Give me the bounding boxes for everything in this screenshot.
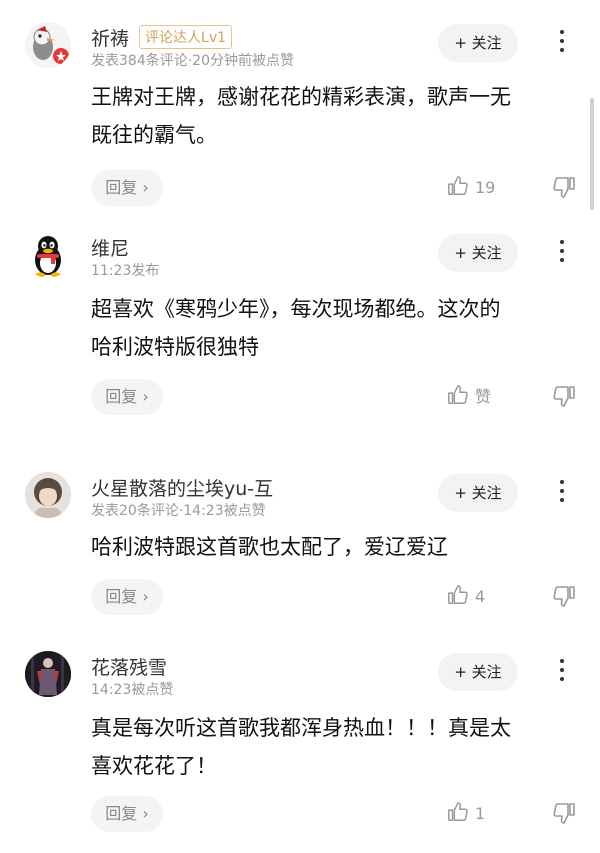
- username[interactable]: 维尼: [91, 238, 129, 260]
- reply-button[interactable]: 回复 ›: [91, 796, 163, 832]
- avatar[interactable]: [25, 22, 71, 68]
- username-row: 维尼: [91, 234, 129, 261]
- comment-text-line: 超喜欢《寒鸦少年》，每次现场都绝。这次的: [91, 297, 501, 321]
- comment-text-line: 哈利波特版很独特: [91, 335, 259, 359]
- like-button[interactable]: 1: [447, 799, 507, 829]
- comment-text: 超喜欢《寒鸦少年》，每次现场都绝。这次的 哈利波特版很独特: [91, 290, 581, 366]
- comment-text: 王牌对王牌，感谢花花的精彩表演，歌声一无 既往的霸气。: [91, 78, 581, 154]
- reply-button[interactable]: 回复 ›: [91, 379, 163, 415]
- avatar[interactable]: [25, 472, 71, 518]
- avatar[interactable]: [25, 232, 71, 278]
- more-options-icon[interactable]: [555, 25, 569, 59]
- comment-text-line: 真是每次听这首歌我都浑身热血！！！真是太: [91, 716, 511, 740]
- comment-meta: 14:23被点赞: [91, 682, 174, 698]
- comment-text-line: 哈利波特跟这首歌也太配了，爱辽爱辽: [91, 535, 448, 559]
- like-count: 4: [475, 587, 486, 606]
- reply-button[interactable]: 回复 ›: [91, 579, 163, 615]
- username[interactable]: 花落残雪: [91, 657, 167, 679]
- thumbs-up-icon: [448, 385, 468, 404]
- follow-button[interactable]: + 关注: [438, 653, 518, 691]
- username[interactable]: 火星散落的尘埃yu-互: [91, 478, 273, 500]
- username[interactable]: 祈祷: [91, 28, 129, 50]
- username-row: 花落残雪: [91, 653, 167, 680]
- more-options-icon[interactable]: [555, 475, 569, 509]
- comment-meta: 发表20条评论·14:23被点赞: [91, 503, 266, 519]
- comment-meta: 11:23发布: [91, 263, 160, 279]
- like-button[interactable]: 19: [447, 173, 507, 203]
- comment-meta: 发表384条评论·20分钟前被点赞: [91, 53, 294, 69]
- thumbs-up-icon: [448, 585, 468, 604]
- thumbs-down-icon: [553, 586, 575, 607]
- thumbs-down-icon: [553, 177, 575, 198]
- dislike-button[interactable]: [552, 175, 578, 201]
- comment-text: 真是每次听这首歌我都浑身热血！！！真是太 喜欢花花了！: [91, 709, 581, 785]
- level-badge: 评论达人Lv1: [139, 25, 233, 49]
- follow-button[interactable]: + 关注: [438, 234, 518, 272]
- reply-button[interactable]: 回复 ›: [91, 170, 163, 206]
- like-count: 19: [475, 178, 496, 197]
- dislike-button[interactable]: [552, 801, 578, 827]
- dislike-button[interactable]: [552, 384, 578, 410]
- avatar[interactable]: [25, 651, 71, 697]
- follow-button[interactable]: + 关注: [438, 474, 518, 512]
- dislike-button[interactable]: [552, 584, 578, 610]
- thumbs-up-icon: [448, 176, 468, 195]
- cartoon-bird-icon: [33, 26, 69, 64]
- like-count: 赞: [475, 387, 492, 406]
- thumbs-down-icon: [553, 386, 575, 407]
- username-row: 火星散落的尘埃yu-互: [91, 474, 273, 501]
- more-options-icon[interactable]: [555, 654, 569, 688]
- username-row: 祈祷 评论达人Lv1: [91, 24, 233, 51]
- comment-text: 哈利波特跟这首歌也太配了，爱辽爱辽: [91, 528, 581, 566]
- comment-text-line: 喜欢花花了！: [91, 754, 217, 778]
- more-options-icon[interactable]: [555, 235, 569, 269]
- person-photo-icon: [25, 472, 71, 518]
- like-button[interactable]: 赞: [447, 382, 507, 412]
- comment-text-line: 王牌对王牌，感谢花花的精彩表演，歌声一无: [91, 85, 511, 109]
- comment-text-line: 既往的霸气。: [91, 123, 217, 147]
- qq-penguin-icon: [35, 236, 61, 278]
- stage-photo-icon: [25, 651, 71, 697]
- like-count: 1: [475, 804, 486, 823]
- like-button[interactable]: 4: [447, 582, 507, 612]
- thumbs-down-icon: [553, 803, 575, 824]
- follow-button[interactable]: + 关注: [438, 24, 518, 62]
- scrollbar[interactable]: [590, 98, 594, 210]
- thumbs-up-icon: [448, 802, 468, 821]
